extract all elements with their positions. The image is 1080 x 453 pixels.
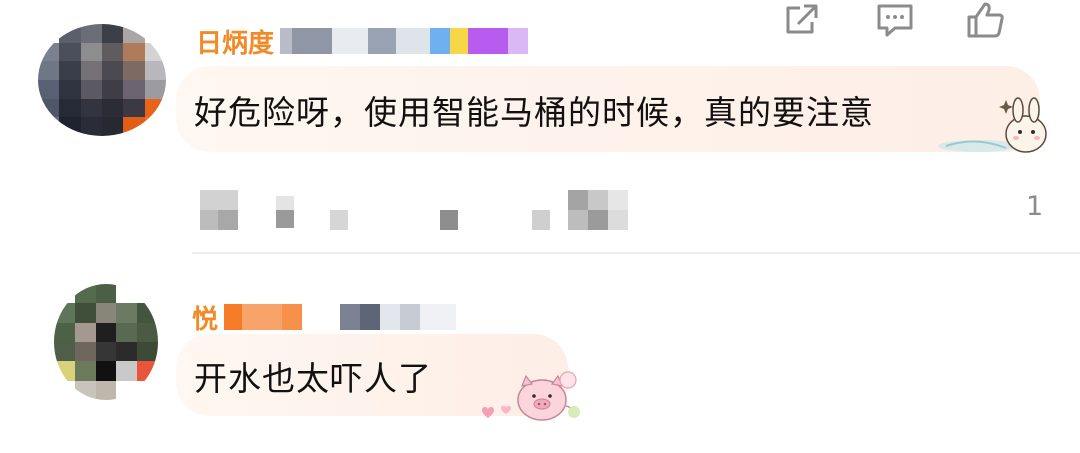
pig-sticker [482,371,580,421]
like-count: 1 [1026,191,1044,222]
bunny-sticker [938,97,1047,153]
comment-icon[interactable] [875,0,915,40]
thumbs-up-icon[interactable] [965,0,1005,40]
user-avatar[interactable] [38,24,166,136]
comment-text: 开水也太吓人了 [194,359,432,398]
username-mosaic [280,28,293,54]
username-mosaic [224,304,243,330]
comment-text: 好危险呀，使用智能马桶的时候，真的要注意 [194,93,874,132]
comment-meta-mosaic [200,190,630,230]
user-avatar[interactable] [54,284,158,400]
comment-item: 日炳度 好危险呀，使用智能马桶的时候，真的要注意 1 [0,0,1080,253]
share-icon[interactable] [782,0,822,40]
username[interactable]: 悦 [192,302,457,335]
username[interactable]: 日炳度 [196,26,529,59]
